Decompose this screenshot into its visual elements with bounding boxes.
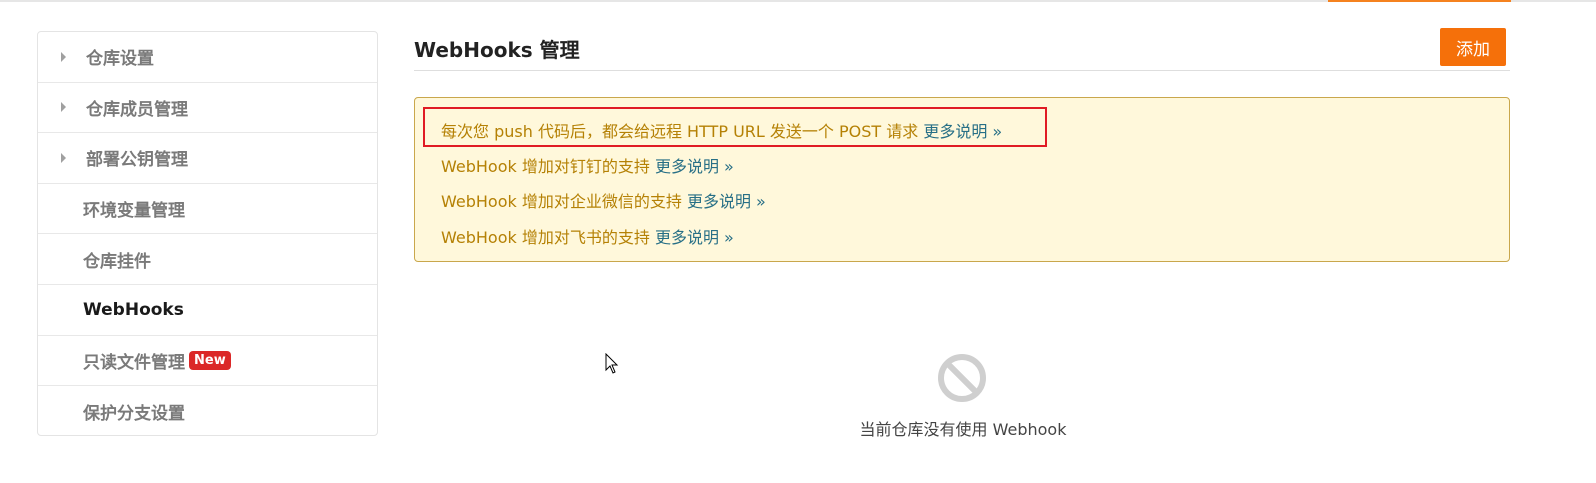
more-info-link[interactable]: 更多说明 »	[655, 157, 734, 176]
sidebar-item-widgets[interactable]: 仓库挂件	[38, 234, 377, 285]
sidebar-item-env-vars[interactable]: 环境变量管理	[38, 184, 377, 235]
sidebar-item-members[interactable]: 仓库成员管理	[38, 83, 377, 134]
sidebar-item-label: WebHooks	[83, 299, 184, 320]
more-info-link[interactable]: 更多说明 »	[687, 192, 766, 211]
sidebar-item-protected-branches[interactable]: 保护分支设置	[38, 386, 377, 437]
caret-right-icon	[61, 51, 66, 62]
notice-line: WebHook 增加对飞书的支持 更多说明 »	[441, 228, 734, 247]
sidebar-item-readonly-files[interactable]: 只读文件管理 New	[38, 336, 377, 387]
sidebar-item-label: 保护分支设置	[83, 403, 185, 424]
sidebar-item-repo-settings[interactable]: 仓库设置	[38, 32, 377, 83]
settings-sidebar: 仓库设置 仓库成员管理 部署公钥管理 环境变量管理 仓库挂件 WebHooks …	[37, 31, 378, 436]
caret-right-icon	[61, 152, 66, 163]
top-active-tab-indicator	[1328, 0, 1511, 2]
caret-right-icon	[61, 102, 66, 113]
sidebar-item-webhooks[interactable]: WebHooks	[38, 285, 377, 336]
mouse-cursor-icon	[605, 353, 619, 374]
notice-line: WebHook 增加对钉钉的支持 更多说明 »	[441, 157, 734, 176]
info-notice: 每次您 push 代码后，都会给远程 HTTP URL 发送一个 POST 请求…	[414, 97, 1510, 262]
sidebar-item-label: 仓库成员管理	[86, 99, 188, 120]
more-info-link[interactable]: 更多说明 »	[655, 228, 734, 247]
more-info-link[interactable]: 更多说明 »	[923, 122, 1002, 141]
sidebar-item-label: 部署公钥管理	[86, 150, 188, 171]
title-divider	[414, 70, 1510, 71]
sidebar-item-label: 仓库挂件	[83, 251, 151, 272]
sidebar-item-label: 环境变量管理	[83, 201, 185, 222]
empty-state-text: 当前仓库没有使用 Webhook	[859, 420, 1067, 439]
notice-line: WebHook 增加对企业微信的支持 更多说明 »	[441, 192, 766, 211]
add-webhook-button[interactable]: 添加	[1440, 28, 1506, 66]
ban-icon	[938, 354, 986, 402]
sidebar-item-label: 只读文件管理	[83, 352, 185, 373]
sidebar-item-deploy-keys[interactable]: 部署公钥管理	[38, 133, 377, 184]
page-title: WebHooks 管理	[414, 38, 580, 62]
notice-line: 每次您 push 代码后，都会给远程 HTTP URL 发送一个 POST 请求…	[441, 122, 1003, 141]
new-badge: New	[189, 350, 231, 370]
sidebar-item-label: 仓库设置	[86, 49, 154, 70]
